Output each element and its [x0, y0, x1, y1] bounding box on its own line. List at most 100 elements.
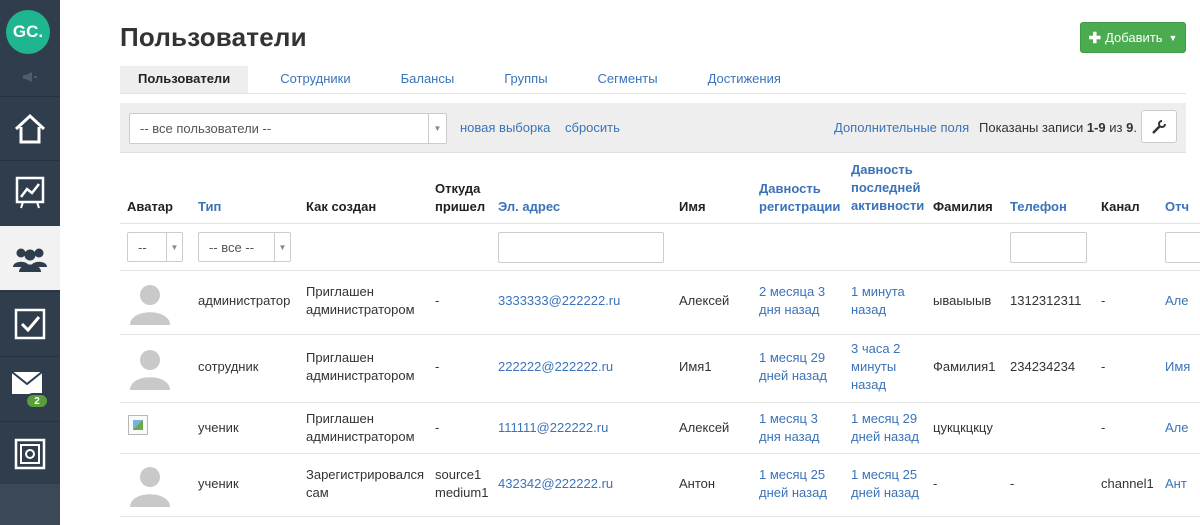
records-counter: Показаны записи 1-9 из 9. [979, 120, 1137, 135]
tabs: Пользователи Сотрудники Балансы Группы С… [120, 66, 799, 94]
extra-filter-input[interactable] [1165, 232, 1200, 263]
row-created: Приглашен администратором [306, 350, 415, 383]
col-surname: Фамилия [933, 199, 993, 214]
row-name: Алексей [679, 293, 730, 308]
safe-icon [14, 438, 46, 469]
row-divider [120, 402, 1200, 403]
row-created: Зарегистрировался сам [306, 467, 425, 500]
tab-achievements[interactable]: Достижения [676, 66, 799, 94]
row-type: сотрудник [198, 359, 259, 374]
row-source: source1 medium1 [435, 467, 489, 500]
col-created: Как создан [306, 199, 377, 214]
unread-badge: 2 [25, 393, 49, 409]
home-icon [14, 113, 46, 143]
sidebar-item-tasks[interactable] [0, 291, 60, 355]
row-surname: цукцкцкцу [933, 420, 993, 435]
email-filter-input[interactable] [498, 232, 664, 263]
row-last-activity[interactable]: 3 часа 2 минуты назад [851, 340, 900, 394]
row-last-activity[interactable]: 1 месяц 29 дней назад [851, 410, 919, 446]
announcements-icon[interactable] [0, 64, 60, 90]
extra-fields-link[interactable]: Дополнительные поля [834, 120, 969, 135]
col-email[interactable]: Эл. адрес [498, 198, 560, 216]
row-surname: Фамилия1 [933, 359, 996, 374]
row-name: Имя1 [679, 359, 712, 374]
row-registration-age[interactable]: 1 месяц 29 дней назад [759, 349, 827, 385]
sidebar-item-reports[interactable] [0, 160, 60, 224]
col-registration-age[interactable]: Давность регистрации [759, 180, 840, 216]
row-extra[interactable]: Ант [1165, 475, 1187, 493]
row-channel: - [1101, 293, 1106, 308]
sidebar-item-safe[interactable] [0, 421, 60, 485]
row-extra[interactable]: Але [1165, 419, 1189, 437]
row-registration-age[interactable]: 1 месяц 25 дней назад [759, 466, 827, 502]
row-registration-age[interactable]: 1 месяц 3 дня назад [759, 410, 819, 446]
row-created: Приглашен администратором [306, 284, 415, 317]
col-channel: Канал [1101, 199, 1140, 214]
user-segment-value: -- все пользователи -- [140, 121, 272, 136]
row-email[interactable]: 222222@222222.ru [498, 358, 613, 376]
row-email[interactable]: 111111@222222.ru [498, 419, 608, 437]
tab-groups[interactable]: Группы [472, 66, 565, 94]
row-created: Приглашен администратором [306, 411, 415, 444]
user-segment-select[interactable]: -- все пользователи -- ▼ [129, 113, 447, 144]
col-source: Откуда пришел [435, 181, 486, 214]
avatar-placeholder-icon [128, 463, 172, 507]
row-last-activity[interactable]: 1 минута назад [851, 283, 905, 319]
tabs-divider [120, 93, 1186, 94]
row-last-activity[interactable]: 1 месяц 25 дней назад [851, 466, 919, 502]
row-email[interactable]: 432342@222222.ru [498, 475, 613, 493]
row-extra[interactable]: Але [1165, 292, 1189, 310]
logo[interactable]: GC. [6, 10, 50, 54]
add-button[interactable]: ✚ Добавить ▼ [1080, 22, 1186, 53]
row-phone: - [1010, 476, 1015, 491]
sidebar-item-messages[interactable]: 2 [0, 356, 60, 420]
row-type: ученик [198, 476, 239, 491]
tab-segments[interactable]: Сегменты [566, 66, 676, 94]
row-type: администратор [198, 293, 291, 308]
row-name: Антон [679, 476, 716, 491]
row-channel: channel1 [1101, 476, 1154, 491]
chart-icon [15, 176, 45, 208]
reset-link[interactable]: сбросить [565, 120, 620, 135]
tab-users[interactable]: Пользователи [120, 66, 249, 94]
sidebar-footer [0, 484, 60, 525]
col-last-activity[interactable]: Давность последней активности [851, 161, 924, 215]
row-source: - [435, 420, 440, 435]
row-surname: ываыыыв [933, 293, 992, 308]
col-avatar: Аватар [127, 199, 173, 214]
row-email[interactable]: 3333333@222222.ru [498, 292, 620, 310]
tab-employees[interactable]: Сотрудники [248, 66, 368, 94]
caret-down-icon: ▼ [1168, 32, 1178, 43]
settings-button[interactable] [1141, 110, 1177, 143]
col-extra[interactable]: Отч [1165, 198, 1189, 216]
page-title: Пользователи [120, 22, 307, 52]
row-phone: 234234234 [1010, 359, 1076, 374]
row-source: - [435, 359, 440, 374]
header-divider [120, 223, 1200, 224]
row-divider [120, 516, 1200, 517]
type-filter-select[interactable]: -- все -- ▼ [198, 232, 291, 262]
mail-icon [11, 370, 43, 394]
row-type: ученик [198, 420, 239, 435]
checkbox-icon [14, 308, 46, 339]
filter-divider [120, 270, 1200, 271]
sidebar: GC. 2 [0, 0, 60, 525]
row-divider [120, 453, 1200, 454]
new-selection-link[interactable]: новая выборка [460, 120, 550, 135]
sidebar-item-home[interactable] [0, 96, 60, 160]
select-arrow-icon: ▼ [274, 233, 290, 261]
row-registration-age[interactable]: 2 месяца 3 дня назад [759, 283, 825, 319]
tab-balances[interactable]: Балансы [369, 66, 473, 94]
row-channel: - [1101, 359, 1106, 374]
broken-image-icon [128, 415, 148, 435]
col-type[interactable]: Тип [198, 198, 221, 216]
col-phone[interactable]: Телефон [1010, 198, 1067, 216]
select-arrow-icon: ▼ [166, 233, 182, 261]
filter-toolbar: -- все пользователи -- ▼ новая выборка с… [120, 103, 1186, 153]
row-channel: - [1101, 420, 1106, 435]
phone-filter-input[interactable] [1010, 232, 1087, 263]
row-extra[interactable]: Имя [1165, 358, 1190, 376]
row-surname: - [933, 476, 938, 491]
sidebar-item-users[interactable] [0, 226, 60, 290]
avatar-filter-select[interactable]: -- ▼ [127, 232, 183, 262]
